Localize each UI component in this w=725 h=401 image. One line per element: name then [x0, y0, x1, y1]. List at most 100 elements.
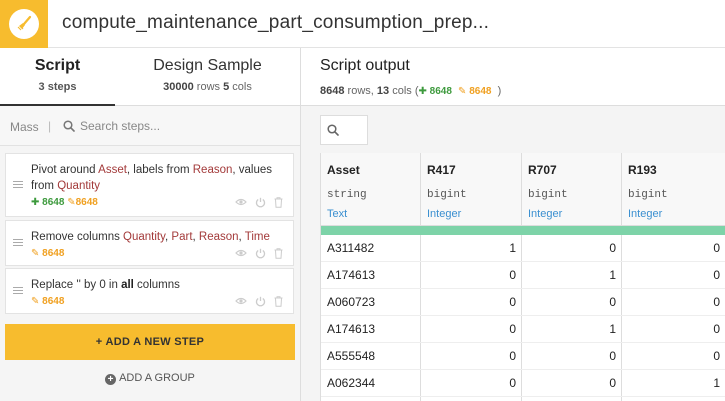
step-card-remove-columns[interactable]: Remove columns Quantity, Part, Reason, T…	[5, 220, 294, 266]
table-cell[interactable]: A174613	[321, 262, 421, 289]
power-icon[interactable]	[255, 197, 266, 208]
output-rows-added-badge: ✚ 8648	[418, 86, 452, 97]
tab-script[interactable]: Script 3 steps	[0, 48, 115, 106]
script-output-header: Script output 8648 rows, 13 cols (✚ 8648…	[301, 48, 725, 106]
table-cell[interactable]: 0	[522, 289, 622, 316]
app-icon-button[interactable]	[0, 0, 48, 48]
column-meaning[interactable]: Integer	[528, 208, 562, 220]
step-verb: Pivot	[31, 164, 57, 176]
trash-icon[interactable]	[274, 296, 283, 307]
trash-icon[interactable]	[274, 248, 283, 259]
table-cell[interactable]: A555548	[321, 343, 421, 370]
table-row[interactable]: A060723 0 0 0	[321, 289, 725, 316]
broom-icon	[9, 9, 39, 39]
step-text: , labels from	[126, 164, 193, 176]
step-scope: all	[121, 279, 134, 291]
tab-design-sample[interactable]: Design Sample 30000 rows 5 cols	[115, 48, 300, 105]
table-cell[interactable]: 0	[522, 235, 622, 262]
trash-icon[interactable]	[274, 197, 283, 208]
search-steps-input[interactable]	[80, 117, 280, 135]
rows-modified-count: 8648	[42, 248, 65, 259]
table-row[interactable]: A174613 0 1 0	[321, 262, 725, 289]
tab-design-sample-title: Design Sample	[153, 57, 262, 74]
tab-script-title: Script	[34, 57, 81, 74]
output-cols-count: 13	[376, 85, 390, 97]
column-header[interactable]: R707 bigint Integer	[522, 153, 621, 226]
drag-handle-icon[interactable]	[13, 239, 23, 248]
output-rows-modified-badge: ✎ 8648	[458, 86, 492, 97]
column-meaning[interactable]: Integer	[628, 208, 662, 220]
eye-icon[interactable]	[235, 248, 247, 258]
step-column-ref: Reason	[192, 164, 233, 176]
table-row[interactable]: A174613 0 1 0	[321, 316, 725, 343]
output-close-paren: )	[497, 85, 502, 97]
rows-added-count: 8648	[42, 197, 65, 208]
table-cell[interactable]: A062344	[321, 370, 421, 397]
table-cell[interactable]: 1	[522, 316, 622, 343]
step-badges: ✎ 8648	[31, 248, 64, 259]
step-actions	[235, 296, 283, 307]
table-cell[interactable]: 0	[622, 235, 725, 262]
table-row[interactable]: A555548 0 0 0	[321, 343, 725, 370]
add-group-label: ADD A GROUP	[119, 372, 195, 384]
step-verb: Remove	[31, 231, 74, 243]
column-storage-type: bigint	[628, 189, 668, 201]
page-title: compute_maintenance_part_consumption_pre…	[62, 12, 490, 33]
step-column-ref: Part	[171, 231, 193, 243]
table-cell[interactable]: A174613	[321, 316, 421, 343]
step-text: '' by 0 in	[73, 279, 122, 291]
table-cell[interactable]: 0	[421, 343, 522, 370]
table-cell[interactable]: 1	[421, 235, 522, 262]
validity-bar	[321, 226, 725, 235]
table-cell[interactable]: 0	[622, 316, 725, 343]
table-search-button[interactable]	[320, 115, 368, 145]
eye-icon[interactable]	[235, 296, 247, 306]
column-storage-type: string	[327, 189, 367, 201]
step-card-replace[interactable]: Replace '' by 0 in all columns ✎ 8648	[5, 268, 294, 314]
output-table: Asset string Text R417 bigint Integer R7…	[320, 153, 725, 401]
table-cell[interactable]: A060723	[321, 289, 421, 316]
table-cell[interactable]: 0	[622, 262, 725, 289]
left-tabs: Script 3 steps Design Sample 30000 rows …	[0, 48, 300, 106]
table-row[interactable]: A311482 1 0 0	[321, 235, 725, 262]
drag-handle-icon[interactable]	[13, 287, 23, 296]
step-text: columns	[133, 279, 180, 291]
step-column-ref: Reason	[198, 231, 239, 243]
table-cell[interactable]: 0	[622, 289, 725, 316]
step-description: Replace '' by 0 in all columns	[31, 277, 286, 293]
table-cell[interactable]: 0	[421, 316, 522, 343]
table-cell[interactable]: 0	[421, 370, 522, 397]
table-cell[interactable]: 1	[522, 262, 622, 289]
steps-toolbar: Mass |	[0, 106, 300, 146]
toolbar-separator: |	[48, 119, 52, 133]
table-cell[interactable]: A311482	[321, 235, 421, 262]
column-meaning[interactable]: Integer	[427, 208, 461, 220]
output-rows-added-count: 8648	[429, 86, 452, 97]
step-card-pivot[interactable]: Pivot around Asset, labels from Reason, …	[5, 153, 294, 217]
table-cell[interactable]: 0	[622, 343, 725, 370]
table-cell[interactable]: 0	[522, 343, 622, 370]
step-text: columns	[73, 231, 124, 243]
sample-rows-count: 30000	[163, 81, 194, 93]
rows-modified-badge: ✎8648	[67, 197, 98, 208]
table-row[interactable]: A062344 0 0 1	[321, 370, 725, 397]
power-icon[interactable]	[255, 296, 266, 307]
column-name: R707	[528, 163, 557, 177]
table-cell[interactable]: 0	[421, 262, 522, 289]
table-cell[interactable]: 0	[522, 370, 622, 397]
table-cell[interactable]: 0	[421, 289, 522, 316]
column-header[interactable]: R193 bigint Integer	[622, 153, 725, 226]
column-header[interactable]: Asset string Text	[321, 153, 420, 226]
step-actions	[235, 248, 283, 259]
step-badges: ✎ 8648	[31, 296, 64, 307]
power-icon[interactable]	[255, 248, 266, 259]
table-cell[interactable]: 1	[622, 370, 725, 397]
rows-added-badge: ✚ 8648	[31, 197, 65, 208]
eye-icon[interactable]	[235, 197, 247, 207]
add-group-button[interactable]: + ADD A GROUP	[5, 372, 295, 392]
mass-action-toggle[interactable]: Mass	[10, 120, 39, 134]
column-header[interactable]: R417 bigint Integer	[421, 153, 521, 226]
add-new-step-button[interactable]: + ADD A NEW STEP	[5, 324, 295, 360]
column-meaning[interactable]: Text	[327, 208, 347, 220]
drag-handle-icon[interactable]	[13, 181, 23, 190]
